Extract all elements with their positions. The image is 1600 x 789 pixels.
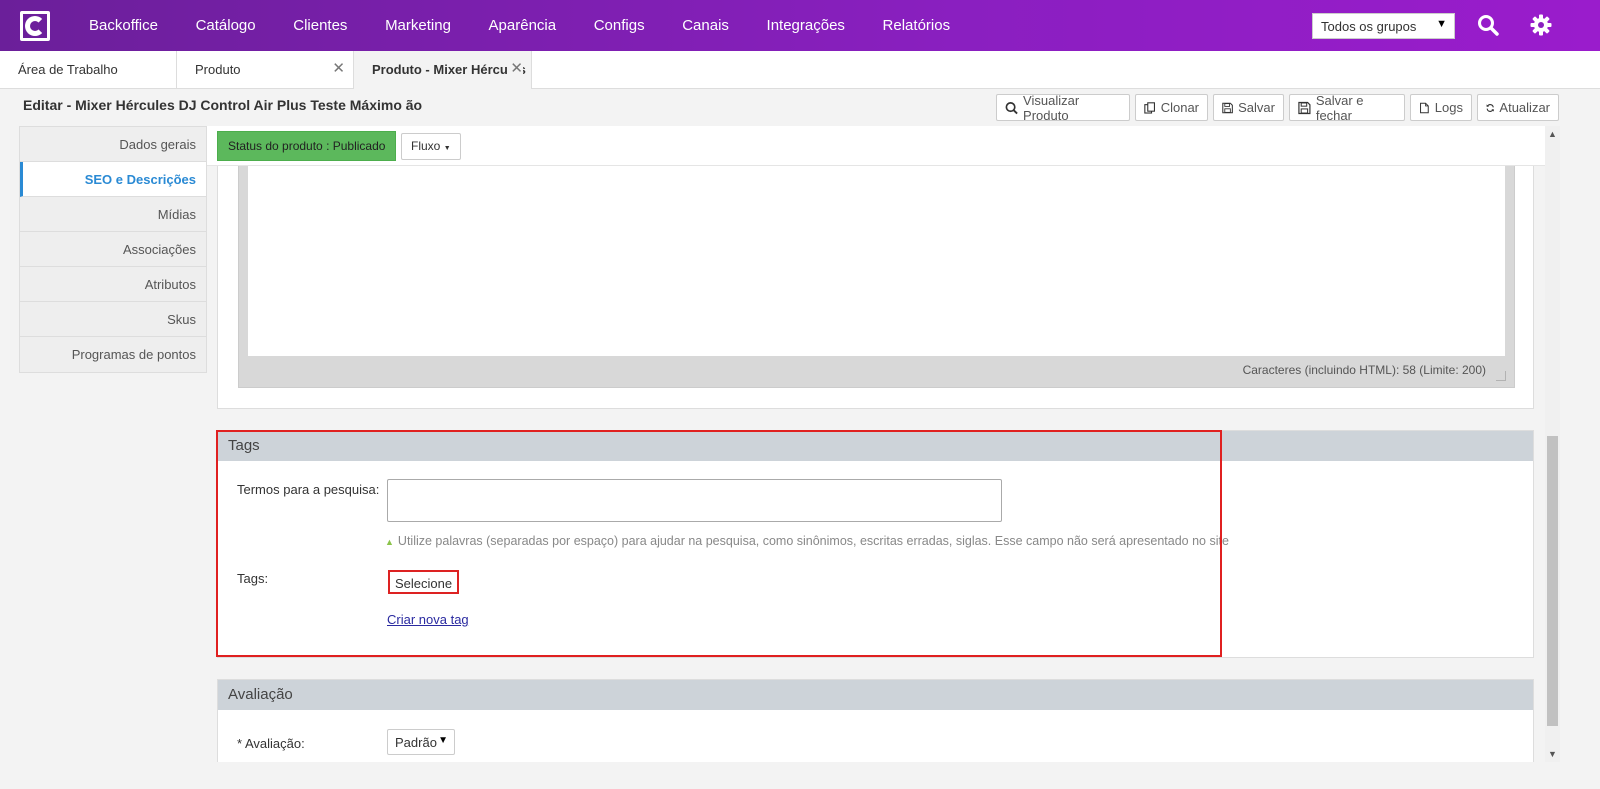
status-badge: Status do produto : Publicado (217, 131, 397, 161)
scroll-thumb[interactable] (1547, 436, 1558, 726)
floppy-icon (1298, 101, 1311, 114)
app-logo[interactable] (20, 10, 50, 41)
save-close-button[interactable]: Salvar e fechar (1289, 92, 1405, 123)
caret-down-icon: ▼ (438, 735, 448, 746)
nav-clientes[interactable]: Clientes (293, 17, 347, 34)
main-nav: Backoffice Catálogo Clientes Marketing A… (72, 17, 967, 34)
nav-catalogo[interactable]: Catálogo (196, 17, 256, 34)
refresh-icon (1486, 103, 1494, 112)
save-close-label: Salvar e fechar (1315, 92, 1364, 123)
rating-select[interactable]: Padrão ▼ (387, 729, 455, 755)
tab-label: Produto - Mixer Hércules (372, 62, 526, 77)
tab-bar: Área de Trabalho Produto ✕ Produto - Mix… (0, 51, 1600, 89)
sidebar-item-midias[interactable]: Mídias (20, 197, 206, 232)
clone-icon (1144, 101, 1155, 114)
file-icon (1420, 102, 1429, 113)
search-terms-input[interactable] (387, 479, 1002, 522)
logs-button[interactable]: Logs (1410, 94, 1472, 121)
description-panel: Caracteres (incluindo HTML): 58 (Limite:… (217, 166, 1534, 409)
sidebar-item-skus[interactable]: Skus (20, 302, 206, 337)
rating-section: Avaliação * Avaliação: Padrão ▼ (217, 679, 1534, 762)
top-navbar: Backoffice Catálogo Clientes Marketing A… (0, 0, 1600, 51)
close-icon[interactable]: ✕ (332, 59, 345, 77)
sidebar-item-programas-de-pontos[interactable]: Programas de pontos (20, 337, 206, 372)
scrollbar[interactable]: ▲ ▼ (1545, 126, 1560, 762)
tags-section: Tags Termos para a pesquisa: ▲ Utilize pa… (217, 430, 1534, 658)
char-count: Caracteres (incluindo HTML): 58 (Limite:… (1242, 363, 1486, 377)
sidebar-item-dados-gerais[interactable]: Dados gerais (20, 127, 206, 162)
group-select[interactable]: Todos os grupos ▼ (1312, 13, 1455, 39)
tab-label: Área de Trabalho (18, 62, 118, 77)
nav-integracoes[interactable]: Integrações (767, 17, 845, 34)
save-label: Salvar (1238, 100, 1275, 115)
caret-down-icon: ▼ (443, 145, 451, 152)
tags-section-title: Tags (218, 431, 1533, 461)
nav-backoffice[interactable]: Backoffice (89, 17, 158, 34)
search-terms-hint: ▲ Utilize palavras (separadas por espaço)… (385, 534, 1229, 548)
refresh-label: Atualizar (1499, 100, 1550, 115)
floppy-icon (1222, 102, 1233, 113)
status-bar: Status do produto : Publicado Fluxo ▼ (207, 126, 1545, 166)
rating-select-value: Padrão (395, 735, 437, 750)
caret-down-icon: ▼ (1436, 18, 1447, 30)
flow-label: Fluxo (411, 139, 441, 153)
nav-marketing[interactable]: Marketing (385, 17, 451, 34)
editor-content-area[interactable] (248, 166, 1505, 356)
flow-dropdown[interactable]: Fluxo ▼ (401, 133, 461, 160)
nav-canais[interactable]: Canais (682, 17, 729, 34)
clone-label: Clonar (1160, 100, 1199, 115)
sidebar-item-atributos[interactable]: Atributos (20, 267, 206, 302)
group-select-value: Todos os grupos (1321, 19, 1417, 34)
tags-label: Tags: (237, 571, 269, 586)
sidebar-item-associacoes[interactable]: Associações (20, 232, 206, 267)
nav-configs[interactable]: Configs (594, 17, 645, 34)
rating-section-title: Avaliação (218, 680, 1533, 710)
nav-aparencia[interactable]: Aparência (489, 17, 557, 34)
resize-handle[interactable] (1496, 371, 1506, 381)
view-product-label: Visualizar Produto (1023, 92, 1080, 123)
logs-label: Logs (1434, 100, 1463, 115)
scroll-up-icon[interactable]: ▲ (1548, 129, 1557, 139)
refresh-button[interactable]: Atualizar (1477, 94, 1559, 121)
save-button[interactable]: Salvar (1213, 94, 1284, 121)
search-icon[interactable] (1477, 14, 1499, 36)
tab-label: Produto (195, 62, 241, 77)
triangle-up-icon: ▲ (385, 537, 394, 547)
scroll-down-icon[interactable]: ▼ (1548, 749, 1557, 759)
rating-label: * Avaliação: (237, 736, 305, 751)
gear-icon[interactable] (1530, 14, 1552, 36)
close-icon[interactable]: ✕ (508, 59, 523, 77)
clone-button[interactable]: Clonar (1135, 94, 1208, 121)
sidebar-item-seo[interactable]: SEO e Descrições (20, 162, 206, 197)
tab-area-de-trabalho[interactable]: Área de Trabalho (0, 51, 177, 89)
tags-select[interactable]: Selecione (388, 570, 460, 594)
nav-relatorios[interactable]: Relatórios (883, 17, 951, 34)
main-content: Status do produto : Publicado Fluxo ▼ Ca… (207, 126, 1545, 762)
page-title: Editar - Mixer Hércules DJ Control Air P… (23, 97, 423, 113)
create-tag-link[interactable]: Criar nova tag (387, 612, 469, 627)
tab-produto-mixer[interactable]: Produto - Mixer Hércules ✕ (354, 51, 532, 89)
rich-text-editor: Caracteres (incluindo HTML): 58 (Limite:… (238, 166, 1515, 388)
sidebar: Dados gerais SEO e Descrições Mídias Ass… (19, 126, 207, 373)
search-icon (1005, 101, 1018, 114)
view-product-button[interactable]: Visualizar Produto (996, 92, 1130, 123)
hint-text: Utilize palavras (separadas por espaço) … (397, 534, 1229, 548)
search-terms-label: Termos para a pesquisa: (237, 482, 380, 497)
tab-produto[interactable]: Produto ✕ (177, 51, 354, 89)
